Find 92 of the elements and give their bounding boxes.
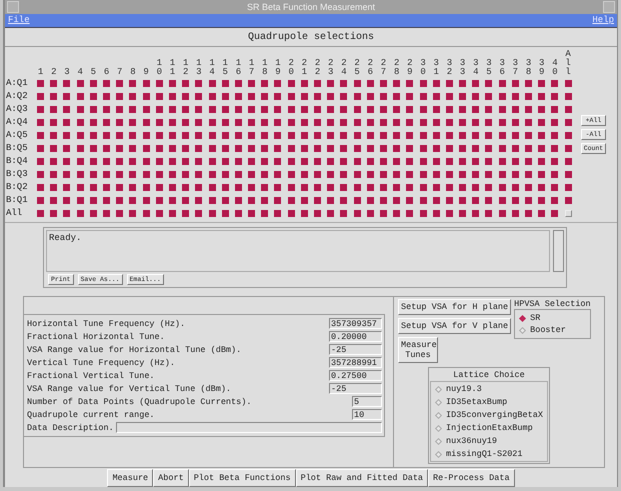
input-field[interactable]: 357309357 [329, 318, 382, 330]
row-label: A:Q4 [6, 116, 29, 130]
column-header: All [564, 50, 572, 78]
row-label: All [6, 207, 24, 220]
row-label: B:Q4 [6, 155, 29, 168]
column-header: 40 [551, 59, 559, 78]
action-button[interactable]: Plot Raw and Fitted Data [296, 469, 428, 487]
row-label: A:Q3 [6, 103, 29, 116]
column-header: 5 [90, 68, 98, 78]
row-label: A:Q2 [6, 90, 29, 104]
action-button[interactable]: Plot Beta Functions [188, 469, 296, 487]
column-header: 22 [314, 59, 322, 78]
radio-option[interactable]: ID35etaxBump [435, 396, 543, 408]
parameter-label: Fractional Horizontal Tune. [27, 332, 165, 342]
column-header: 9 [142, 68, 150, 78]
column-header: 39 [538, 59, 546, 78]
column-header: 6 [102, 68, 110, 78]
row-label: B:Q1 [6, 194, 29, 208]
input-field[interactable]: 0.27500 [329, 370, 382, 382]
column-header: 15 [222, 59, 229, 78]
column-header: 14 [208, 59, 216, 78]
column-header: 11 [168, 59, 176, 78]
parameter-label: Fractional Vertical Tune. [27, 370, 155, 381]
radio-option[interactable]: SR [519, 312, 586, 324]
column-header: 36 [498, 59, 506, 78]
parameter-label: Vertical Tune Frequency (Hz). [27, 358, 175, 368]
parameter-label: Data Description. [27, 422, 114, 433]
input-field[interactable]: 0.20000 [329, 331, 382, 342]
column-header: 38 [524, 59, 532, 78]
column-header: 23 [327, 59, 334, 78]
row-label: B:Q3 [6, 168, 29, 182]
row-label: A:Q5 [6, 129, 29, 142]
column-header: 1 [36, 68, 44, 78]
column-header: 24 [340, 59, 348, 78]
radio-option[interactable]: Booster [519, 324, 586, 336]
column-header: 35 [485, 59, 493, 78]
column-header: 18 [261, 59, 268, 78]
radio-option[interactable]: nuy19.3 [435, 383, 543, 396]
column-header: 19 [274, 59, 282, 78]
column-header: 4 [76, 68, 84, 78]
log-text: Ready. [46, 230, 550, 272]
input-field[interactable]: 5 [352, 396, 382, 408]
column-header: 20 [287, 59, 295, 78]
input-field[interactable] [116, 422, 382, 434]
column-header: 29 [406, 59, 414, 78]
row-label: B:Q5 [6, 142, 29, 156]
column-header: 31 [432, 59, 440, 78]
parameter-label: Number of Data Points (Quadrupole Currents). [27, 396, 252, 407]
input-field[interactable]: 357288991 [329, 357, 382, 368]
window-title: SR Beta Function Measurement [246, 2, 376, 12]
group-title: HPVSA Selection [514, 299, 591, 310]
column-header: 30 [419, 59, 427, 78]
radio-option[interactable]: nux36nuy19 [435, 435, 543, 448]
parameter-label: Quadrupole current range. [27, 410, 155, 420]
action-button[interactable]: Re-Process Data [428, 469, 515, 487]
column-header: 2 [50, 68, 58, 78]
section-title: Quadrupole selections [5, 28, 617, 48]
parameter-label: Horizontal Tune Frequency (Hz). [27, 318, 186, 329]
input-field[interactable]: -25 [329, 344, 382, 356]
column-header: 3 [63, 68, 71, 78]
column-header: 7 [116, 68, 124, 78]
action-button[interactable]: Abort [153, 469, 189, 487]
row-label: B:Q2 [6, 181, 29, 194]
column-header: 21 [300, 59, 308, 78]
column-header: 10 [156, 59, 163, 78]
parameter-label: VSA Range value for Vertical Tune (dBm). [27, 384, 232, 394]
column-header: 17 [248, 59, 256, 78]
column-header: 25 [353, 59, 361, 78]
group-title: Lattice Choice [452, 369, 526, 382]
radio-option[interactable]: missingQ1-S2021 [435, 448, 543, 460]
column-header: 34 [472, 59, 480, 78]
vsa-button[interactable]: Setup VSA for V plane [398, 318, 512, 334]
parameter-label: VSA Range value for Horizontal Tune (dBm). [27, 344, 242, 355]
action-button[interactable]: Measure [107, 469, 154, 487]
column-header: 8 [129, 68, 137, 78]
column-header: 32 [446, 59, 454, 78]
scrollbar[interactable] [553, 230, 564, 272]
radio-option[interactable]: ID35convergingBetaX [435, 409, 543, 422]
column-header: 33 [458, 59, 466, 78]
column-header: 16 [234, 59, 242, 78]
column-header: 13 [195, 59, 203, 78]
column-header: 12 [182, 59, 190, 78]
vsa-button[interactable]: Setup VSA for H plane [398, 299, 512, 316]
input-field[interactable]: 10 [352, 409, 382, 420]
column-header: 28 [392, 59, 400, 78]
radio-option[interactable]: InjectionEtaxBump [435, 422, 543, 434]
vsa-button[interactable]: Measure Tunes [398, 337, 438, 364]
column-header: 26 [366, 59, 374, 78]
column-header: 37 [512, 59, 520, 78]
input-field[interactable]: -25 [329, 383, 382, 394]
column-header: 27 [380, 59, 388, 78]
row-label: A:Q1 [6, 77, 29, 90]
